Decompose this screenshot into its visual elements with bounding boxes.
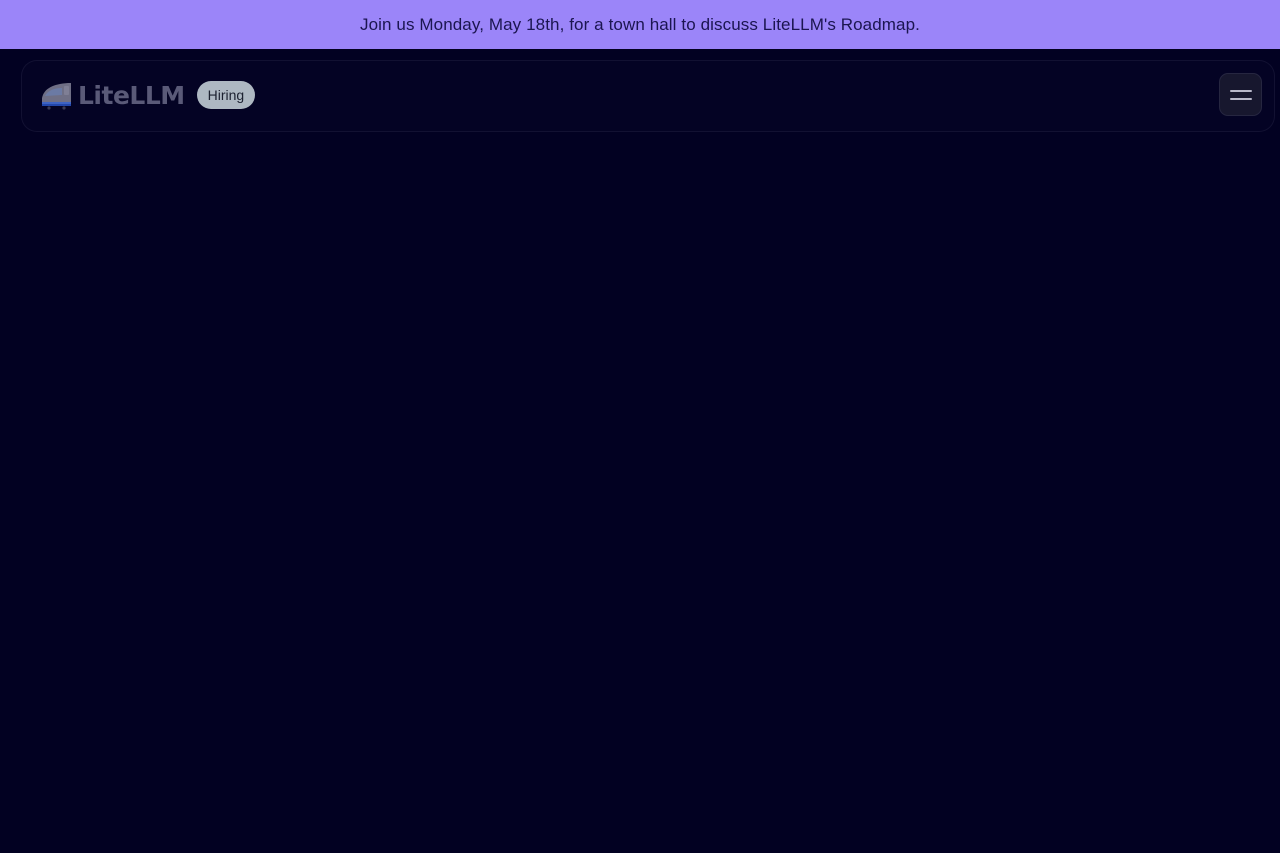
hamburger-menu-icon	[1229, 89, 1252, 100]
brand-name: LiteLLM	[78, 80, 185, 110]
brand[interactable]: LiteLLM Hiring	[40, 77, 256, 113]
top-navbar: LiteLLM Hiring	[21, 60, 1275, 132]
menu-button[interactable]	[1219, 73, 1262, 116]
hiring-badge[interactable]: Hiring	[196, 81, 256, 109]
announcement-banner[interactable]: Join us Monday, May 18th, for a town hal…	[0, 0, 1280, 49]
page-body: LiteLLM Hiring	[0, 49, 1280, 853]
announcement-text[interactable]: Join us Monday, May 18th, for a town hal…	[360, 15, 920, 35]
bullet-train-icon	[42, 83, 71, 110]
